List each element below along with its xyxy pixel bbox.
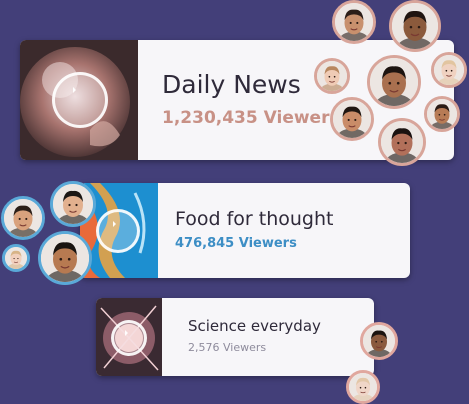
viewer-avatar[interactable] xyxy=(314,58,350,94)
viewer-avatar[interactable] xyxy=(330,97,374,141)
viewer-avatar[interactable] xyxy=(360,322,398,360)
play-icon[interactable] xyxy=(52,72,108,128)
viewer-count: 2,576 Viewers xyxy=(188,341,267,354)
viewer-count: 476,845 Viewers xyxy=(175,236,297,251)
viewer-avatar[interactable] xyxy=(346,370,380,404)
viewer-avatar[interactable] xyxy=(431,52,467,88)
viewer-avatar[interactable] xyxy=(424,96,460,132)
stream-card-food-for-thought[interactable]: Food for thought 476,845 Viewers xyxy=(80,183,410,278)
viewer-avatar[interactable] xyxy=(378,118,426,166)
viewer-count: 1,230,435 Viewers xyxy=(162,108,340,128)
play-icon[interactable] xyxy=(111,320,147,356)
viewer-avatar[interactable] xyxy=(2,244,30,272)
viewer-avatar[interactable] xyxy=(38,231,92,285)
stream-title: Food for thought xyxy=(175,208,334,230)
play-icon[interactable] xyxy=(96,209,140,253)
viewer-avatar[interactable] xyxy=(389,0,441,52)
viewer-avatar[interactable] xyxy=(1,196,45,240)
viewer-avatar[interactable] xyxy=(332,0,376,44)
stream-title: Daily News xyxy=(162,70,301,99)
viewer-avatar[interactable] xyxy=(367,55,421,109)
stream-title: Science everyday xyxy=(188,317,321,335)
viewer-avatar[interactable] xyxy=(50,181,96,227)
stream-card-science-everyday[interactable]: Science everyday 2,576 Viewers xyxy=(96,298,374,376)
